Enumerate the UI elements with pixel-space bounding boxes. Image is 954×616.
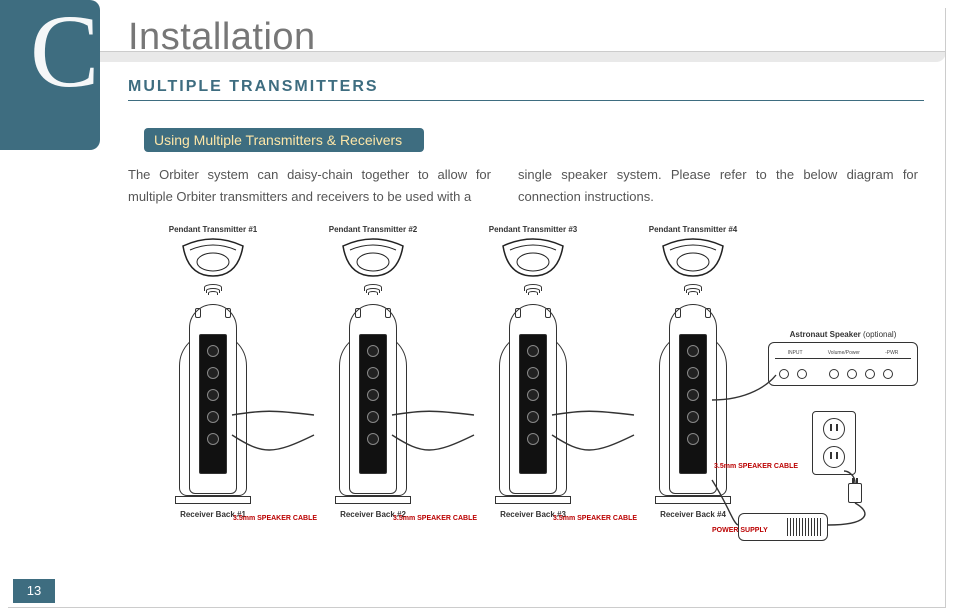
body-paragraph-col1: The Orbiter system can daisy-chain toget… <box>128 164 491 208</box>
wireless-waves-icon <box>128 284 298 302</box>
unit-2: Pendant Transmitter #2 Receiver Back #2 <box>288 225 458 519</box>
transmitter-label-3: Pendant Transmitter #3 <box>448 225 618 234</box>
unit-4: Pendant Transmitter #4 Receiver Back #4 <box>608 225 778 519</box>
astronaut-speaker: Astronaut Speaker (optional) INPUT Volum… <box>768 330 918 386</box>
connection-diagram: Pendant Transmitter #1 Receiver Back #1 … <box>128 225 928 575</box>
receiver-icon <box>175 304 251 504</box>
power-plug-icon <box>848 483 862 503</box>
wireless-waves-icon <box>288 284 458 302</box>
page-border-right <box>945 8 946 608</box>
cable-label-2: 3.5mm SPEAKER CABLE <box>393 515 477 522</box>
pendant-icon <box>658 238 728 278</box>
body-paragraph-col2: single speaker system. Please refer to t… <box>518 164 918 208</box>
speaker-label: Astronaut Speaker (optional) <box>768 330 918 339</box>
page-title: Installation <box>128 16 316 59</box>
speaker-box-icon: INPUT Volume/Power -PWR <box>768 342 918 386</box>
transmitter-label-4: Pendant Transmitter #4 <box>608 225 778 234</box>
cable-label-1: 3.5mm SPEAKER CABLE <box>233 515 317 522</box>
pendant-icon <box>498 238 568 278</box>
wall-outlet-icon <box>812 411 856 475</box>
receiver-icon <box>655 304 731 504</box>
cable-label-4: 3.5mm SPEAKER CABLE <box>714 463 798 470</box>
transmitter-label-2: Pendant Transmitter #2 <box>288 225 458 234</box>
unit-1: Pendant Transmitter #1 Receiver Back #1 <box>128 225 298 519</box>
section-rule <box>128 100 924 101</box>
page-number: 13 <box>13 579 55 603</box>
pendant-icon <box>338 238 408 278</box>
transmitter-label-1: Pendant Transmitter #1 <box>128 225 298 234</box>
subheading: Using Multiple Transmitters & Receivers <box>144 128 424 152</box>
cable-label-3: 3.5mm SPEAKER CABLE <box>553 515 637 522</box>
unit-3: Pendant Transmitter #3 Receiver Back #3 <box>448 225 618 519</box>
receiver-icon <box>495 304 571 504</box>
power-supply-label: POWER SUPPLY <box>712 527 768 534</box>
section-title: MULTIPLE TRANSMITTERS <box>128 78 379 96</box>
wireless-waves-icon <box>608 284 778 302</box>
wireless-waves-icon <box>448 284 618 302</box>
chapter-tab: C <box>0 0 100 150</box>
pendant-icon <box>178 238 248 278</box>
chapter-letter: C <box>30 0 99 104</box>
page-border-bottom <box>8 607 946 608</box>
receiver-icon <box>335 304 411 504</box>
